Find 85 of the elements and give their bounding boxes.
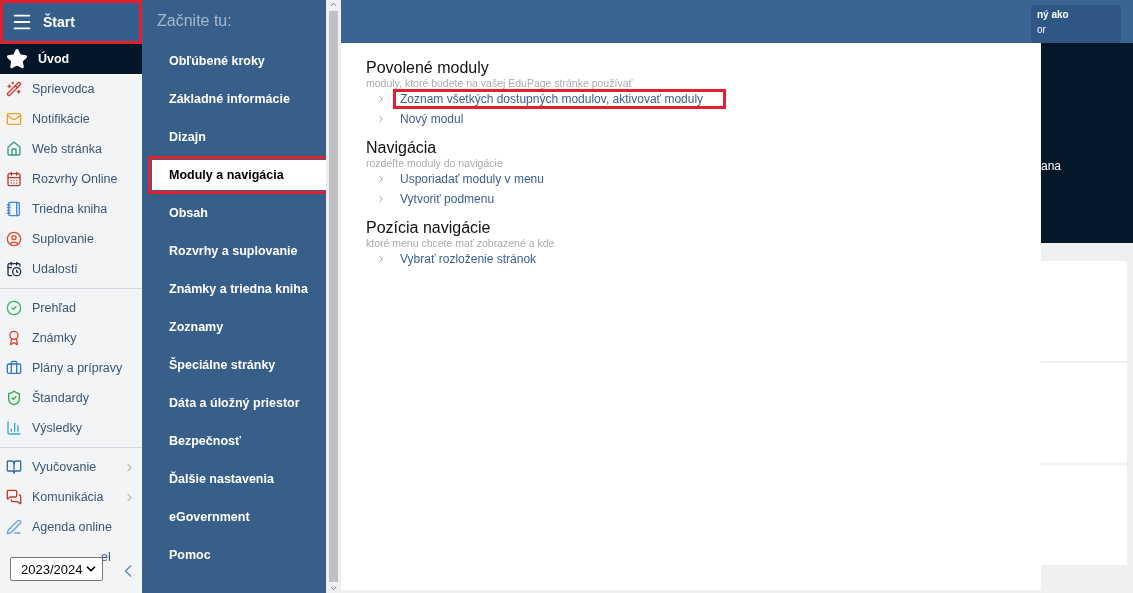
envelope-icon (6, 111, 22, 127)
settings-menu-item[interactable]: Ďalšie nastavenia (142, 464, 326, 494)
sidebar-item[interactable]: Výsledky (0, 413, 142, 443)
settings-link[interactable]: Usporiadať moduly v menu (396, 172, 548, 186)
section-subtitle: rozdeľte moduly do navigácie (366, 157, 504, 169)
sidebar-item-label: Plány a prípravy (32, 361, 124, 375)
section-subtitle: ktoré menu chcete mať zobrazené a kde (366, 237, 556, 249)
sidebar-item[interactable]: Komunikácia (0, 482, 142, 512)
panel-title: Začnite tu: (156, 11, 233, 31)
star-icon (6, 48, 28, 70)
login-label: ný ako (1037, 9, 1070, 20)
settings-link[interactable]: Zoznam všetkých dostupných modulov, aktivovať moduly (396, 92, 724, 106)
sidebar-item[interactable]: Agenda online (0, 512, 142, 542)
sidebar-item-label: Sprievodca (32, 82, 96, 96)
section-subtitle: moduly, ktoré budete na vašej EduPage stránke používať (366, 77, 634, 89)
sidebar-item-label: Známky (32, 331, 78, 345)
bar-chart-icon (6, 420, 22, 436)
settings-link[interactable]: Vybrať rozloženie stránok (396, 252, 541, 266)
open-book-icon (6, 459, 22, 475)
sidebar-item[interactable]: Notifikácie (0, 104, 142, 134)
sidebar-item-label: Rozvrhy Online (32, 172, 119, 186)
sidebar-item-label: Udalosti (32, 262, 79, 276)
settings-menu-item[interactable]: Známky a triedna kniha (142, 274, 326, 304)
sidebar-item[interactable]: Suplovanie (0, 224, 142, 254)
sidebar-item[interactable]: Udalosti (0, 254, 142, 284)
settings-menu-item[interactable]: Rozvrhy a suplovanie (142, 236, 326, 266)
house-icon (6, 141, 22, 157)
sidebar-item[interactable]: Sprievodca (0, 74, 142, 104)
settings-menu-item[interactable]: Obsah (142, 198, 326, 228)
sidebar-item-label: Štandardy (32, 391, 90, 405)
banner-text: ana (1041, 158, 1062, 173)
check-circle-icon (6, 300, 22, 316)
sidebar-item[interactable]: Prehľad (0, 293, 142, 323)
section-title: Pozícia navigácie (366, 219, 492, 237)
section-title: Povolené moduly (366, 59, 490, 77)
sidebar-item[interactable]: el (101, 542, 115, 572)
sidebar-item-label: Úvod (38, 52, 71, 66)
settings-menu-item[interactable]: Dizajn (142, 122, 326, 152)
chevron-right-icon (376, 254, 386, 264)
scroll-up-icon[interactable] (329, 0, 338, 9)
settings-link[interactable]: Vytvoriť podmenu (396, 192, 499, 206)
start-menu-header[interactable]: Štart (0, 0, 142, 44)
sidebar-item-label: Triedna kniha (32, 202, 109, 216)
login-value: or (1037, 24, 1047, 35)
settings-menu-item[interactable]: Základné informácie (142, 84, 326, 114)
sidebar-item[interactable]: Úvod (0, 44, 142, 74)
chat-bubbles-icon (6, 489, 22, 505)
settings-menu-item[interactable]: Dáta a úložný priestor (142, 388, 326, 418)
sidebar-item-label: Agenda online (32, 520, 113, 534)
sidebar-item-label: Notifikácie (32, 112, 91, 126)
settings-menu-item[interactable]: Špeciálne stránky (142, 350, 326, 380)
sidebar-item-label: Suplovanie (32, 232, 95, 246)
sidebar-item-label: Vyučovanie (32, 460, 98, 474)
sidebar-item[interactable]: Plány a prípravy (0, 353, 142, 383)
magic-wand-icon (6, 81, 22, 97)
sidebar-item-label: Komunikácia (32, 490, 105, 504)
badge-icon (6, 330, 22, 346)
sidebar-item[interactable]: Štandardy (0, 383, 142, 413)
sidebar-item-label: Web stránka (32, 142, 103, 156)
calendar-icon (6, 261, 22, 277)
grid-calendar-icon (6, 171, 22, 187)
pen-icon (6, 519, 22, 535)
sidebar-item[interactable]: Triedna kniha (0, 194, 142, 224)
settings-menu-item[interactable]: eGovernment (142, 502, 326, 532)
scroll-down-icon[interactable] (329, 584, 338, 593)
settings-menu-item[interactable]: Pomoc (142, 540, 326, 570)
notebook-icon (6, 201, 22, 217)
sidebar-item[interactable]: Známky (0, 323, 142, 353)
shield-icon (6, 390, 22, 406)
settings-menu-item[interactable]: Bezpečnosť (142, 426, 326, 456)
sidebar-item-label: Výsledky (32, 421, 84, 435)
sidebar-item[interactable]: Rozvrhy Online (0, 164, 142, 194)
section-title: Navigácia (366, 139, 438, 157)
sidebar-item[interactable]: Vyučovanie (0, 452, 142, 482)
sidebar-item-label: Prehľad (32, 301, 77, 315)
settings-menu-item[interactable]: Zoznamy (142, 312, 326, 342)
login-box[interactable]: ný ako or (1031, 5, 1121, 43)
sidebar-item[interactable]: Web stránka (0, 134, 142, 164)
settings-link[interactable]: Nový modul (396, 112, 468, 126)
briefcase-icon (6, 360, 22, 376)
scrollbar[interactable] (326, 0, 341, 593)
start-title: Štart (43, 14, 75, 30)
person-icon (6, 231, 22, 247)
year-select[interactable]: 2023/2024 (10, 557, 103, 581)
settings-menu-item[interactable]: Obľúbené kroky (142, 46, 326, 76)
